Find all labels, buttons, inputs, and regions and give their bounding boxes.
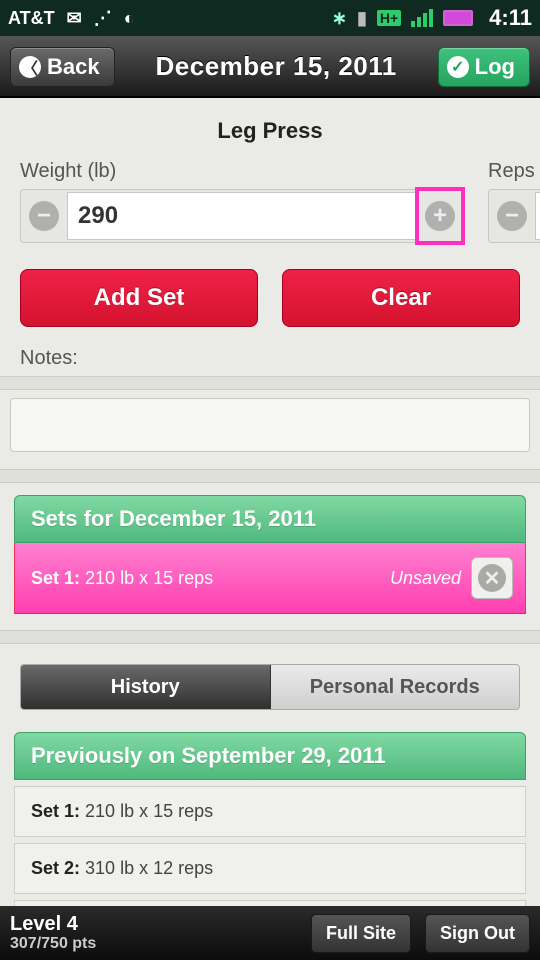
footer-bar: Level 4 307/750 pts Full Site Sign Out xyxy=(0,906,540,960)
exercise-title: Leg Press xyxy=(20,118,520,144)
battery-icon xyxy=(443,10,473,26)
minus-icon: − xyxy=(29,201,59,231)
plus-icon: + xyxy=(425,201,455,231)
full-site-button[interactable]: Full Site xyxy=(311,914,411,953)
tab-personal-records[interactable]: Personal Records xyxy=(271,665,520,709)
log-button[interactable]: ✓ Log xyxy=(438,47,530,87)
log-label: Log xyxy=(475,54,515,80)
data-hplus-icon: H+ xyxy=(377,10,401,26)
minus-icon: − xyxy=(497,201,527,231)
weight-input[interactable] xyxy=(67,192,417,240)
notes-input[interactable] xyxy=(10,398,530,452)
clear-button[interactable]: Clear xyxy=(282,269,520,327)
reps-input[interactable] xyxy=(535,192,540,240)
back-label: Back xyxy=(47,54,100,80)
status-bar: AT&T ✉ ⋰ ◐ ∗ ▮ H+ 4:11 xyxy=(0,0,540,36)
today-set-row[interactable]: Set 1: 210 lb x 15 reps Unsaved ✕ xyxy=(14,543,526,614)
wifi-icon: ⋰ xyxy=(94,8,112,29)
delete-set-button[interactable]: ✕ xyxy=(471,557,513,599)
chevron-left-icon: 〈 xyxy=(19,56,41,78)
reps-label: Reps xyxy=(488,160,540,183)
history-set-row: Set 2: 310 lb x 12 reps xyxy=(14,843,526,894)
level-label: Level 4 xyxy=(10,914,96,934)
set-status: Unsaved xyxy=(390,568,461,589)
mail-icon: ✉ xyxy=(67,8,82,29)
set-desc: 210 lb x 15 reps xyxy=(80,568,213,588)
today-sets-header: Sets for December 15, 2011 xyxy=(14,495,526,543)
add-set-button[interactable]: Add Set xyxy=(20,269,258,327)
check-icon: ✓ xyxy=(447,56,469,78)
sync-icon: ◐ xyxy=(124,8,135,29)
reps-stepper: − + xyxy=(488,189,540,243)
history-set-row: Set 1: 210 lb x 15 reps xyxy=(14,786,526,837)
close-icon: ✕ xyxy=(478,564,506,592)
clock: 4:11 xyxy=(489,5,532,31)
nav-bar: 〈 Back December 15, 2011 ✓ Log xyxy=(0,36,540,98)
tabs: History Personal Records xyxy=(20,664,520,710)
notes-label: Notes: xyxy=(20,347,520,370)
tab-history[interactable]: History xyxy=(21,665,271,709)
vibrate-icon: ▮ xyxy=(357,8,367,29)
signal-icon xyxy=(411,9,433,27)
sign-out-button[interactable]: Sign Out xyxy=(425,914,530,953)
previous-header: Previously on September 29, 2011 xyxy=(14,732,526,780)
page-title: December 15, 2011 xyxy=(115,51,438,82)
back-button[interactable]: 〈 Back xyxy=(10,47,115,87)
reps-decrement-button[interactable]: − xyxy=(489,189,535,243)
points-label: 307/750 pts xyxy=(10,936,96,952)
weight-label: Weight (lb) xyxy=(20,160,464,183)
weight-decrement-button[interactable]: − xyxy=(21,189,67,243)
weight-stepper: − + xyxy=(20,189,464,243)
carrier-label: AT&T xyxy=(8,8,55,29)
bluetooth-icon: ∗ xyxy=(332,8,347,29)
set-label: Set 1: xyxy=(31,568,80,588)
weight-increment-button[interactable]: + xyxy=(417,189,463,243)
